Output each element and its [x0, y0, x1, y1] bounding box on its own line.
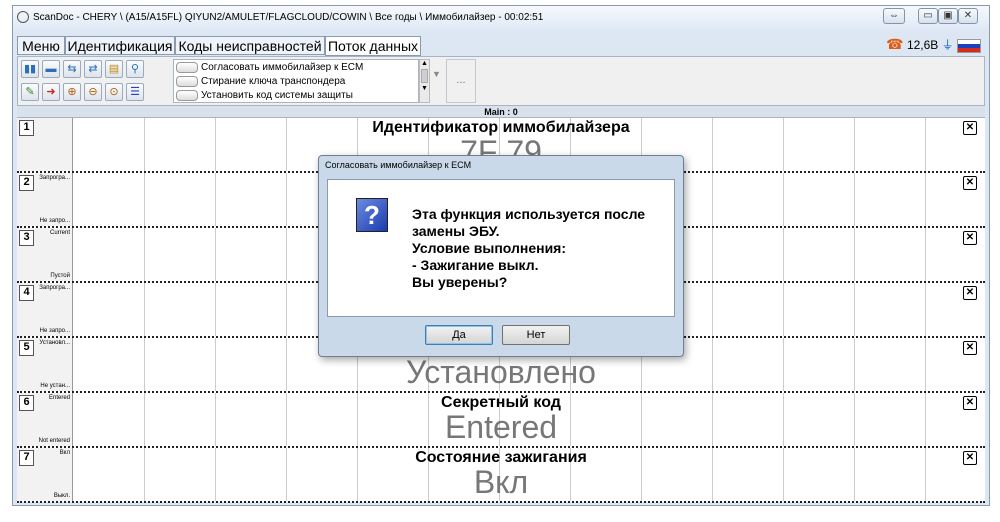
command-pill-icon	[176, 75, 198, 87]
status-area: ☎ 12,6В ⏚	[886, 36, 981, 56]
pause-icon[interactable]: ▮▮	[21, 60, 39, 78]
row-number: 1	[19, 120, 34, 136]
row-label: 1	[17, 118, 73, 171]
row-top-label: Запрогра...	[39, 285, 70, 291]
tab-data-stream[interactable]: Поток данных	[325, 36, 421, 56]
row-bottom-label: Не устан...	[40, 383, 70, 389]
command-list-scrollbar[interactable]: ▲ ▼	[419, 59, 430, 103]
command-erase-keys[interactable]: Стирание ключа транспондера	[176, 75, 345, 88]
command-list: Согласовать иммобилайзер к ECM Стирание …	[173, 59, 419, 103]
command-label: Стирание ключа транспондера	[201, 76, 346, 87]
row-bottom-label: Выкл.	[53, 493, 70, 499]
command-pill-icon	[176, 89, 198, 101]
row-label: 6 Entered Not entered	[17, 393, 73, 446]
command-pill-icon	[176, 61, 198, 73]
tab-identification[interactable]: Идентификация	[65, 36, 175, 55]
scroll-thumb[interactable]	[421, 69, 428, 83]
folder-icon[interactable]: ▤	[105, 60, 123, 78]
settings-icon[interactable]: ⚲	[126, 60, 144, 78]
no-button[interactable]: Нет	[502, 325, 570, 345]
maximize-button[interactable]: ▣	[938, 8, 958, 24]
scroll-down-icon[interactable]: ▼	[420, 85, 429, 92]
row-bottom-label: Пустой	[50, 273, 70, 279]
row-number: 2	[19, 175, 34, 191]
confirm-dialog: Согласовать иммобилайзер к ECM ? Эта фун…	[318, 155, 684, 357]
data-row: 7 Вкл Выкл. Состояние зажигания Вкл ✕	[17, 448, 985, 503]
restore-layout-button[interactable]: ⇔	[883, 8, 905, 24]
toolbar: ▮▮ ▬ ⇆ ⇄ ▤ ⚲ ✎ ➜ ⊕ ⊖ ⊙ ☰ Согласовать имм…	[17, 56, 985, 106]
row-top-label: Вкл	[59, 450, 70, 456]
dialog-body: ? Эта функция используется после замены …	[327, 179, 675, 317]
phone-icon: ☎	[886, 36, 904, 52]
row-label: 2 Запрогра... Не запро...	[17, 173, 73, 226]
voltage-value: 12,6В	[906, 38, 939, 52]
zoom-out-icon[interactable]: ⊖	[84, 83, 102, 101]
row-top-label: Entered	[48, 395, 70, 401]
row-close-icon[interactable]: ✕	[963, 231, 977, 245]
row-close-icon[interactable]: ✕	[963, 451, 977, 465]
tab-fault-codes[interactable]: Коды неисправностей	[175, 36, 325, 55]
row-close-icon[interactable]: ✕	[963, 396, 977, 410]
row-label: 4 Запрогра... Не запро...	[17, 283, 73, 336]
command-label: Согласовать иммобилайзер к ECM	[201, 62, 364, 73]
row-close-icon[interactable]: ✕	[963, 341, 977, 355]
question-icon: ?	[356, 198, 388, 232]
dropdown-arrow-icon[interactable]: ▼	[432, 69, 441, 79]
row-top-label: Запрогра...	[39, 175, 70, 181]
dialog-message: Эта функция используется после замены ЭБ…	[412, 206, 646, 290]
save-icon[interactable]: ▬	[42, 60, 60, 78]
close-button[interactable]: ✕	[958, 8, 978, 24]
row-top-label: Установл...	[39, 340, 70, 346]
row-bottom-label: Не запро...	[39, 328, 70, 334]
row-number: 5	[19, 340, 34, 356]
minimize-button[interactable]: ▭	[918, 8, 938, 24]
flag-icon	[957, 38, 981, 53]
window-title: ScanDoc - CHERY \ (A15/A15FL) QIYUN2/AMU…	[33, 12, 544, 23]
row-close-icon[interactable]: ✕	[963, 176, 977, 190]
row-number: 7	[19, 450, 34, 466]
dialog-title: Согласовать иммобилайзер к ECM	[325, 160, 472, 170]
edit-icon[interactable]: ✎	[21, 83, 39, 101]
plug-icon: ⏚	[941, 38, 954, 52]
row-label: 5 Установл... Не устан...	[17, 338, 73, 391]
row-top-label: Current	[49, 230, 70, 236]
command-label: Установить код системы защиты	[201, 90, 353, 101]
zoom-in-icon[interactable]: ⊕	[63, 83, 81, 101]
app-icon	[17, 11, 29, 23]
row-graph	[74, 448, 985, 501]
row-number: 4	[19, 285, 34, 301]
row-close-icon[interactable]: ✕	[963, 286, 977, 300]
scroll-up-icon[interactable]: ▲	[420, 60, 429, 67]
export-icon[interactable]: ⇆	[63, 60, 81, 78]
zoom-fit-icon[interactable]: ⊙	[105, 83, 123, 101]
row-number: 6	[19, 395, 34, 411]
yes-button[interactable]: Да	[425, 325, 493, 345]
list-icon[interactable]: ☰	[126, 83, 144, 101]
title-bar: ScanDoc - CHERY \ (A15/A15FL) QIYUN2/AMU…	[13, 6, 989, 30]
row-close-icon[interactable]: ✕	[963, 121, 977, 135]
command-set-security-code[interactable]: Установить код системы защиты	[176, 89, 353, 102]
import-icon[interactable]: ⇄	[84, 60, 102, 78]
command-match-immo[interactable]: Согласовать иммобилайзер к ECM	[176, 61, 363, 74]
row-label: 3 Current Пустой	[17, 228, 73, 281]
row-bottom-label: Не запро...	[39, 218, 70, 224]
tab-menu[interactable]: Меню	[17, 36, 65, 55]
main-label: Main : 0	[17, 106, 985, 118]
row-label: 7 Вкл Выкл.	[17, 448, 73, 501]
row-graph	[74, 393, 985, 446]
go-icon[interactable]: ➜	[42, 83, 60, 101]
data-row: 6 Entered Not entered Секретный код Ente…	[17, 393, 985, 448]
row-bottom-label: Not entered	[38, 438, 70, 444]
row-number: 3	[19, 230, 34, 246]
more-button[interactable]: ...	[446, 59, 476, 103]
